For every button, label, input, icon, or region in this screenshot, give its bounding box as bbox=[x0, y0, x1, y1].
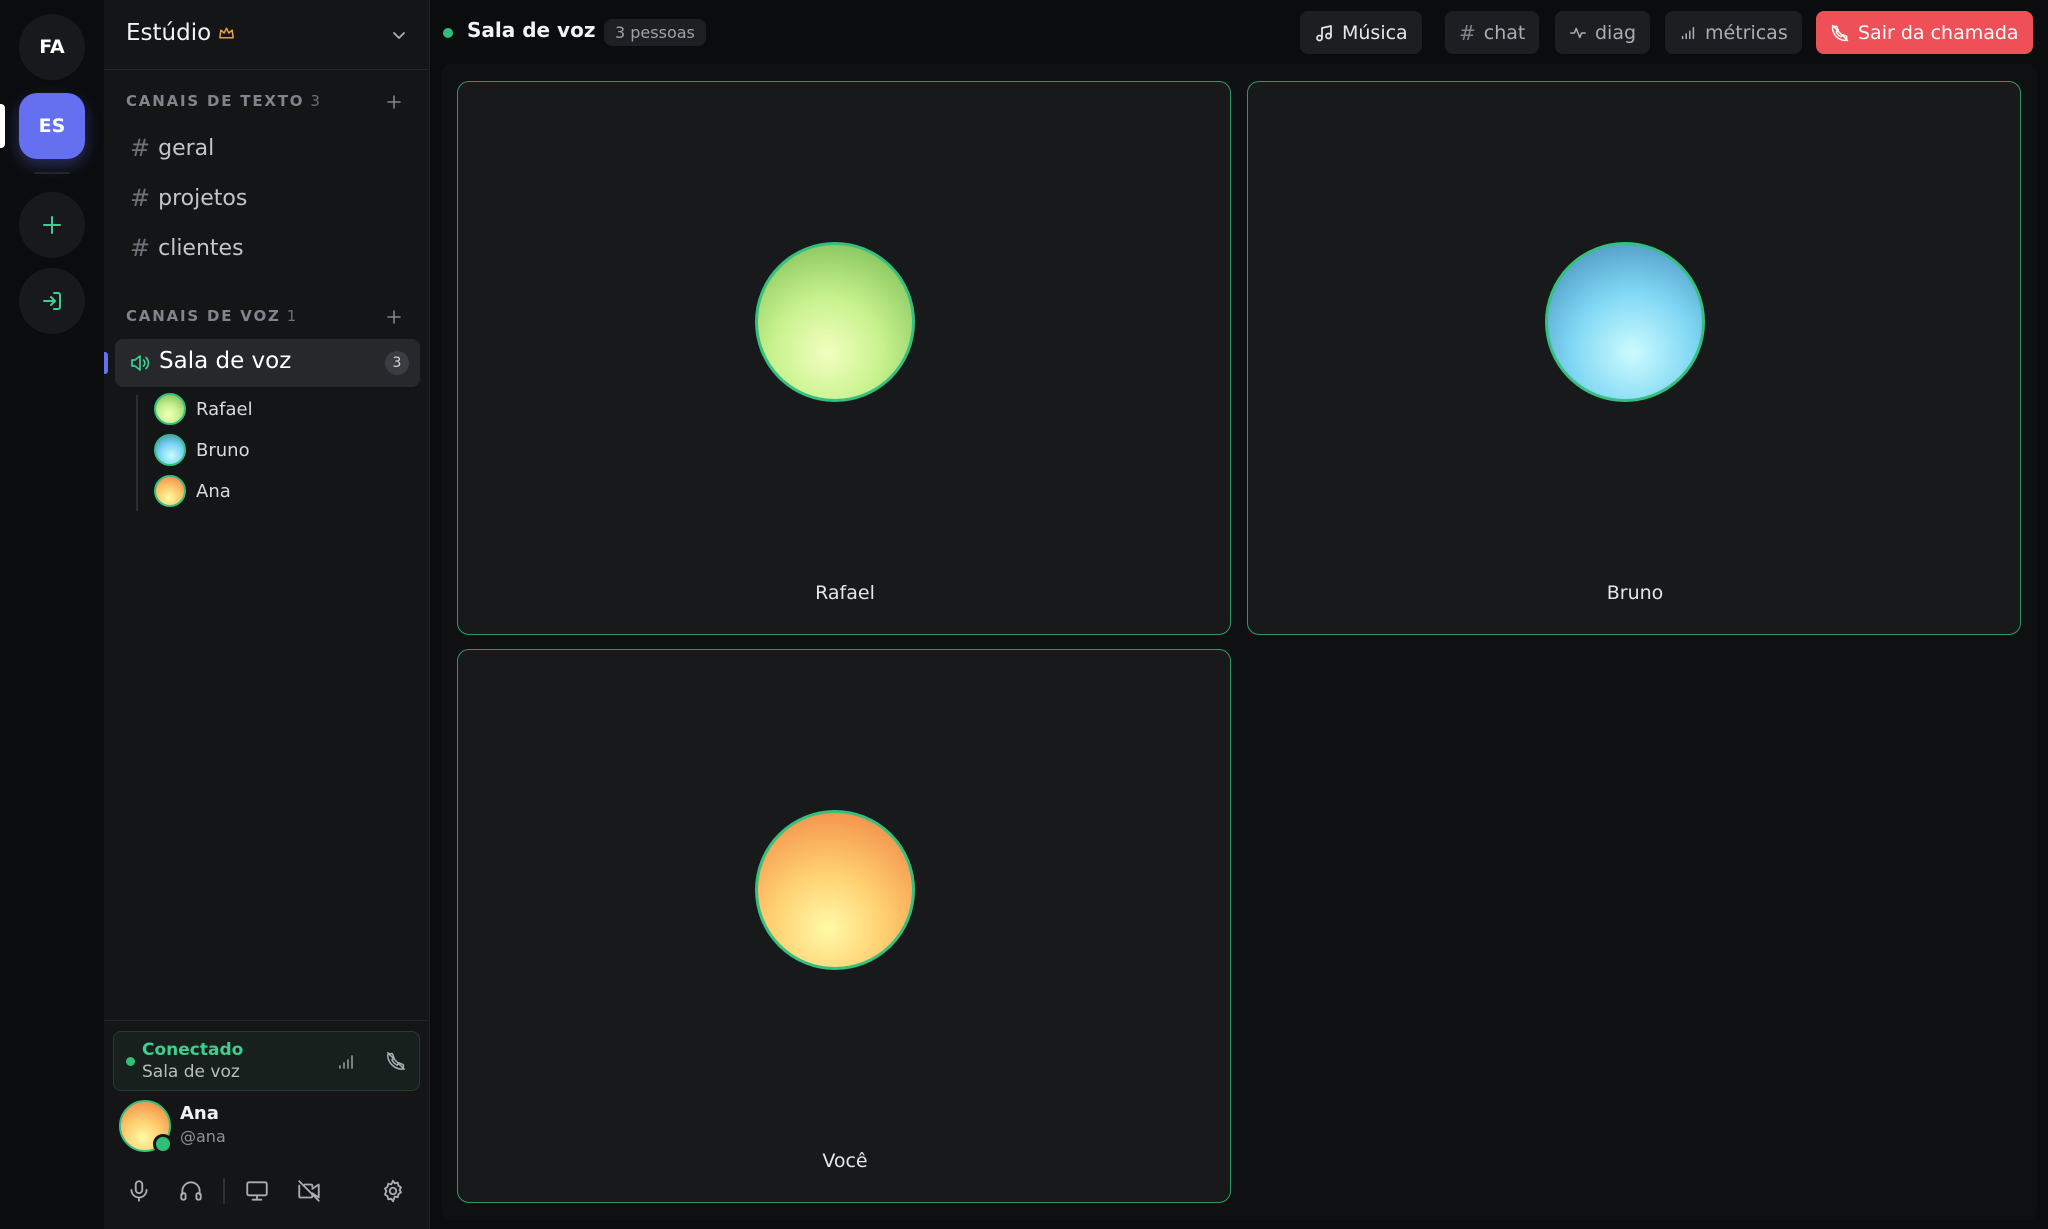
bottom-divider bbox=[104, 1020, 430, 1021]
user-handle: @ana bbox=[180, 1127, 226, 1146]
channel-geral[interactable]: # geral bbox=[130, 126, 214, 170]
hash-icon: # bbox=[1459, 20, 1476, 45]
participant-tile-rafael[interactable]: Rafael bbox=[457, 81, 1231, 635]
hash-icon: # bbox=[130, 134, 151, 162]
avatar bbox=[1545, 242, 1705, 402]
call-title: Sala de voz bbox=[467, 18, 596, 42]
participant-tile-bruno[interactable]: Bruno bbox=[1247, 81, 2021, 635]
connection-status-dot bbox=[126, 1057, 135, 1066]
avatar bbox=[755, 810, 915, 970]
voice-channel-label: Sala de voz bbox=[159, 348, 292, 374]
member-name: Bruno bbox=[196, 439, 250, 461]
participant-name: Rafael bbox=[815, 582, 875, 604]
signal-icon bbox=[1681, 26, 1695, 39]
avatar bbox=[154, 475, 186, 507]
user-name: Ana bbox=[180, 1103, 219, 1124]
call-stage: Rafael Bruno Você bbox=[441, 64, 2037, 1220]
hangup-icon[interactable] bbox=[385, 1050, 407, 1072]
online-status-dot bbox=[153, 1134, 173, 1154]
server-es[interactable]: ES bbox=[19, 93, 85, 159]
plus-icon bbox=[43, 216, 61, 234]
hash-icon: # bbox=[130, 184, 151, 212]
add-server-button[interactable] bbox=[19, 192, 85, 258]
channel-label: geral bbox=[158, 135, 215, 161]
metrics-button-label: métricas bbox=[1705, 21, 1788, 44]
signal-icon[interactable] bbox=[336, 1052, 356, 1072]
screen-share-icon[interactable] bbox=[244, 1178, 270, 1204]
channel-clientes[interactable]: # clientes bbox=[130, 226, 244, 270]
channel-label: clientes bbox=[158, 235, 244, 261]
participant-name: Bruno bbox=[1606, 582, 1664, 604]
leave-call-label: Sair da chamada bbox=[1858, 21, 2019, 44]
server-fa[interactable]: FA bbox=[19, 14, 85, 80]
crown-icon bbox=[219, 27, 234, 39]
voice-connection-panel: Conectado Sala de voz bbox=[113, 1031, 420, 1091]
chat-button-label: chat bbox=[1483, 21, 1526, 44]
login-icon bbox=[43, 292, 61, 310]
participant-name: Você bbox=[822, 1150, 868, 1172]
member-tree-line bbox=[136, 395, 138, 511]
call-header: Sala de voz 3 pessoas Música # chat diag… bbox=[431, 0, 2048, 64]
member-name: Rafael bbox=[196, 398, 253, 420]
text-channels-count: 3 bbox=[310, 92, 322, 110]
participant-count: 3 pessoas bbox=[604, 19, 706, 46]
voice-channels-title: CANAIS DE VOZ bbox=[126, 307, 281, 325]
text-channels-header: CANAIS DE TEXTO 3 bbox=[126, 92, 322, 110]
avatar bbox=[154, 434, 186, 466]
avatar bbox=[755, 242, 915, 402]
hangup-icon bbox=[1831, 24, 1849, 41]
chat-button[interactable]: # chat bbox=[1445, 11, 1540, 54]
speaker-icon bbox=[131, 355, 150, 371]
leave-call-button[interactable]: Sair da chamada bbox=[1816, 11, 2033, 54]
connection-channel: Sala de voz bbox=[142, 1062, 240, 1082]
activity-icon bbox=[1570, 27, 1586, 38]
mic-icon[interactable] bbox=[126, 1178, 152, 1204]
chevron-down-icon[interactable] bbox=[390, 26, 408, 44]
diag-button[interactable]: diag bbox=[1555, 11, 1651, 54]
voice-channels-header: CANAIS DE VOZ 1 bbox=[126, 307, 298, 325]
channel-label: projetos bbox=[158, 185, 248, 211]
music-note-icon bbox=[1316, 24, 1332, 41]
channel-sidebar: Estúdio CANAIS DE TEXTO 3 # geral # proje… bbox=[104, 0, 430, 1229]
active-server-indicator bbox=[0, 104, 5, 148]
join-server-button[interactable] bbox=[19, 268, 85, 334]
voice-member-bruno[interactable]: Bruno bbox=[154, 432, 250, 468]
hash-icon: # bbox=[130, 234, 151, 262]
diag-button-label: diag bbox=[1595, 21, 1637, 44]
text-channels-title: CANAIS DE TEXTO bbox=[126, 92, 305, 110]
music-button[interactable]: Música bbox=[1300, 11, 1422, 54]
live-indicator-dot bbox=[443, 28, 453, 38]
add-voice-channel-icon[interactable] bbox=[384, 307, 404, 327]
rail-divider bbox=[34, 172, 70, 174]
connection-status: Conectado bbox=[142, 1040, 244, 1060]
member-name: Ana bbox=[196, 480, 231, 502]
controls-divider bbox=[223, 1178, 225, 1204]
headphones-icon[interactable] bbox=[178, 1178, 204, 1204]
metrics-button[interactable]: métricas bbox=[1665, 11, 1802, 54]
voice-channels-count: 1 bbox=[286, 307, 299, 325]
participant-count-badge: 3 bbox=[385, 351, 409, 375]
server-rail: FA ES bbox=[0, 0, 104, 1229]
add-text-channel-icon[interactable] bbox=[384, 92, 404, 112]
voice-channel-sala[interactable]: Sala de voz 3 bbox=[115, 339, 420, 387]
active-channel-indicator bbox=[104, 352, 108, 374]
avatar bbox=[154, 393, 186, 425]
music-button-label: Música bbox=[1342, 21, 1408, 44]
camera-off-icon[interactable] bbox=[296, 1178, 322, 1204]
voice-member-rafael[interactable]: Rafael bbox=[154, 391, 253, 427]
voice-member-ana[interactable]: Ana bbox=[154, 473, 231, 509]
channel-projetos[interactable]: # projetos bbox=[130, 176, 247, 220]
settings-icon[interactable] bbox=[380, 1178, 406, 1204]
participant-tile-voce[interactable]: Você bbox=[457, 649, 1231, 1203]
server-name: Estúdio bbox=[126, 20, 212, 46]
server-header[interactable]: Estúdio bbox=[104, 0, 430, 70]
